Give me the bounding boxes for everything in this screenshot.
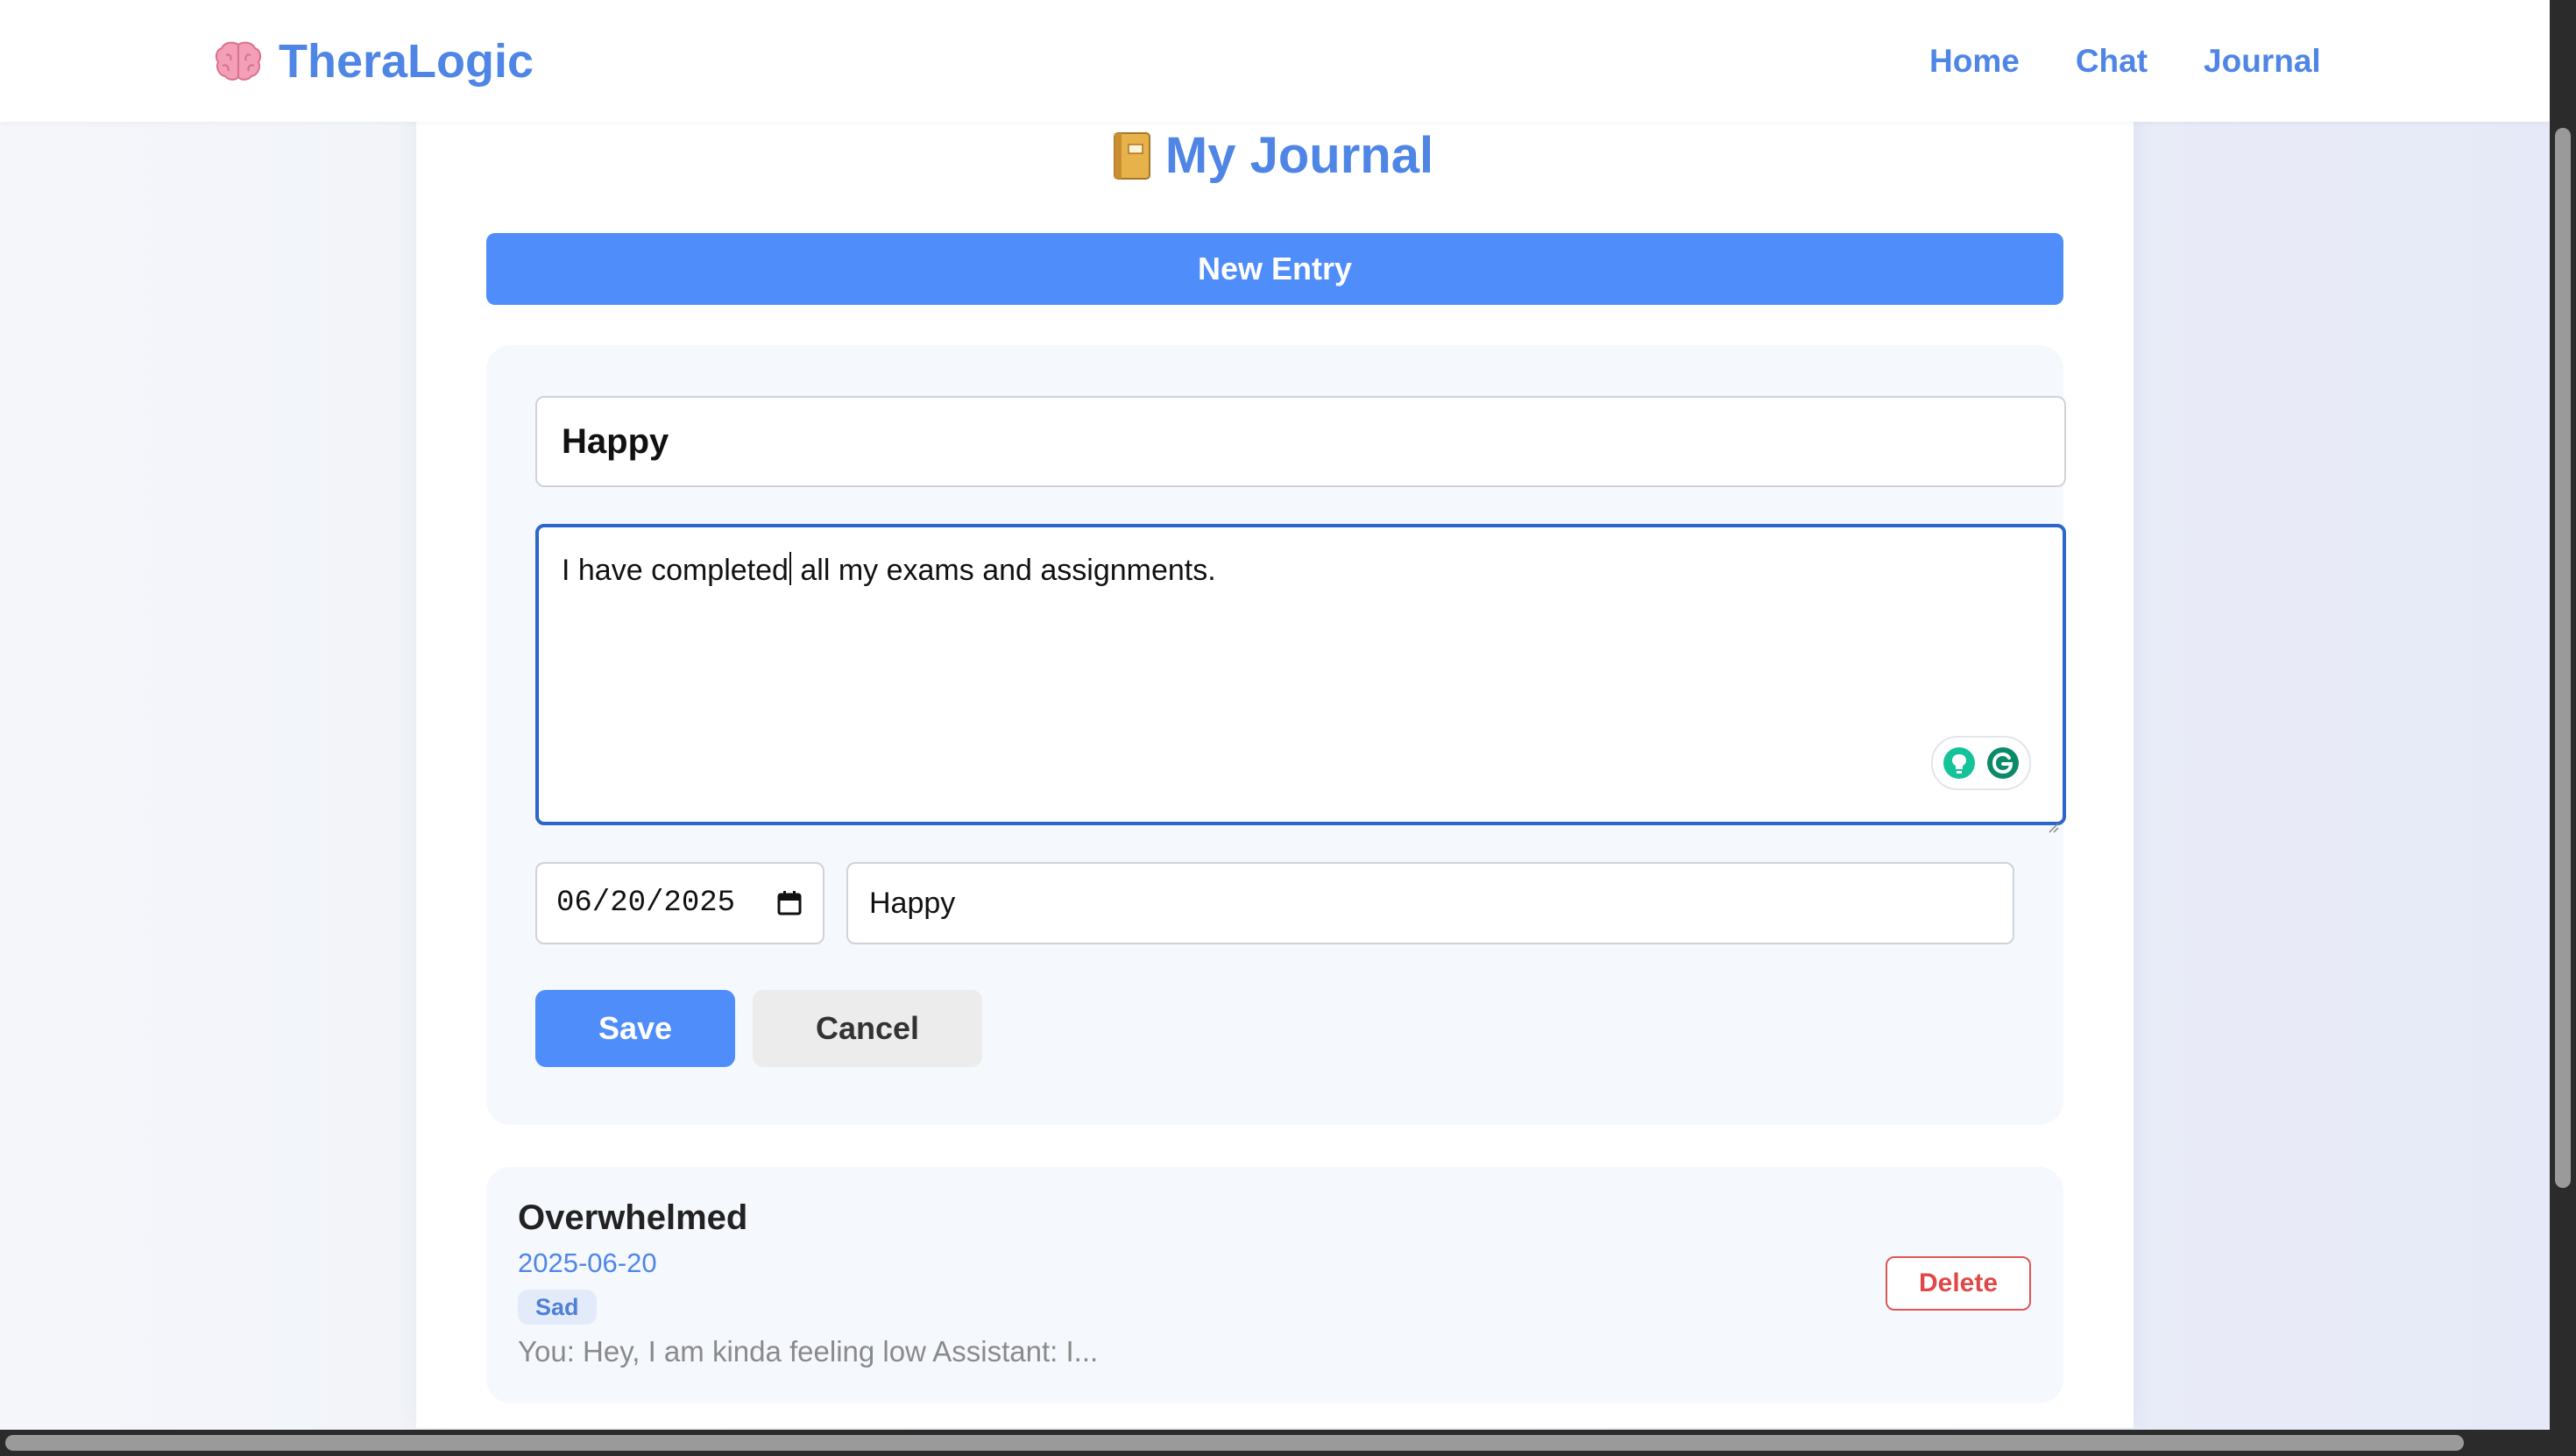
entry-content-textarea[interactable]: I have completed all my exams and assign… [535,524,2066,833]
lightbulb-icon[interactable] [1942,746,1977,781]
nav-link-home[interactable]: Home [1929,39,2020,84]
vertical-scrollbar-thumb[interactable] [2555,128,2571,1188]
page-title: My Journal [0,126,2550,185]
text-caret [789,552,791,585]
mood-badge: Sad [518,1290,597,1325]
date-value: 06/20/2025 [556,887,736,920]
cancel-button[interactable]: Cancel [753,990,982,1067]
brand[interactable]: TheraLogic [214,32,534,91]
nav-link-chat[interactable]: Chat [2076,39,2148,84]
calendar-icon[interactable] [775,889,803,917]
entry-card-preview: You: Hey, I am kinda feeling low Assista… [518,1335,1099,1368]
brand-name: TheraLogic [279,35,534,88]
scrollbar-corner [2550,1430,2576,1456]
brain-icon [214,39,263,83]
entry-date-input[interactable]: 06/20/2025 [535,862,824,944]
delete-entry-button[interactable]: Delete [1886,1256,2031,1311]
nav-link-journal[interactable]: Journal [2204,39,2321,84]
grammar-assistant-widget[interactable] [1931,736,2031,790]
vertical-scrollbar[interactable] [2550,0,2576,1456]
entry-card-title: Overwhelmed [518,1198,748,1237]
nav-links: Home Chat Journal [1929,39,2321,84]
top-navbar: TheraLogic Home Chat Journal [0,0,2550,122]
entry-title-input[interactable]: Happy [535,396,2066,487]
grammarly-icon[interactable] [1985,746,2020,781]
save-button[interactable]: Save [535,990,735,1067]
content-text-before-caret: I have completed [562,554,789,587]
horizontal-scrollbar-thumb[interactable] [5,1435,2464,1451]
page-title-text: My Journal [1164,127,1434,184]
horizontal-scrollbar[interactable] [0,1430,2550,1456]
entry-mood-input[interactable]: Happy [846,862,2014,944]
notebook-icon [1109,131,1153,181]
content-text-after-caret: all my exams and assignments. [791,554,1216,587]
resize-handle-icon[interactable] [2047,806,2059,833]
entry-card-date: 2025-06-20 [518,1247,657,1278]
new-entry-button[interactable]: New Entry [486,233,2063,305]
